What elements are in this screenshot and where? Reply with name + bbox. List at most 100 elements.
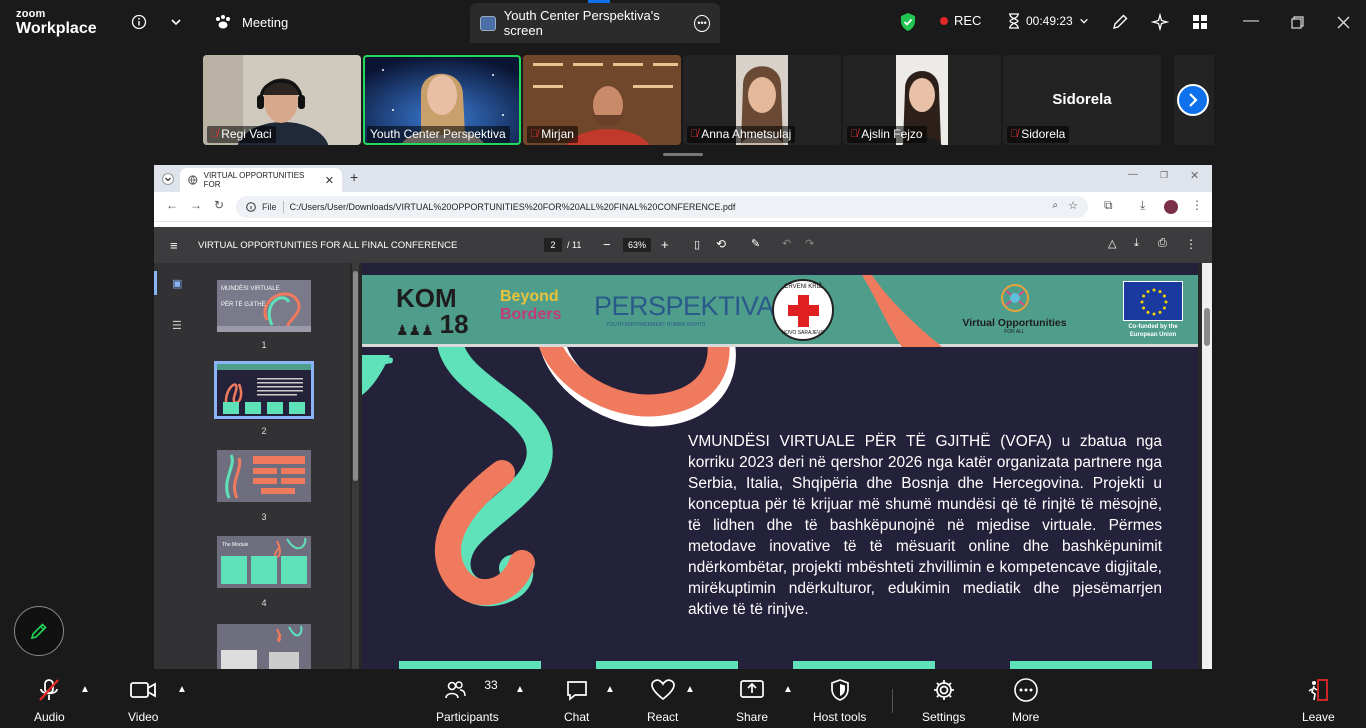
- annotation-pencil-button[interactable]: [14, 606, 64, 656]
- reload-icon[interactable]: ↻: [214, 198, 224, 212]
- participant-tile[interactable]: 🎙̸ Anna Ahmetsulaj: [683, 55, 841, 145]
- close-icon[interactable]: ✕: [1190, 169, 1199, 182]
- share-button[interactable]: Share: [736, 677, 768, 724]
- strip-next-page: [1174, 55, 1214, 145]
- meeting-tab[interactable]: Meeting: [214, 8, 288, 36]
- video-label: Video: [128, 710, 159, 724]
- settings-label: Settings: [922, 710, 966, 724]
- restore-icon[interactable]: [1285, 10, 1309, 34]
- react-button[interactable]: React: [647, 677, 678, 724]
- chat-options-caret-icon[interactable]: ▲: [605, 684, 615, 695]
- page-thumbnail-selected[interactable]: [214, 361, 314, 420]
- share-options-caret-icon[interactable]: ▲: [783, 684, 793, 695]
- menu-kebab-icon[interactable]: ⋮: [1191, 198, 1203, 212]
- leave-button[interactable]: Leave: [1302, 677, 1335, 724]
- undo-icon[interactable]: ↶: [782, 237, 791, 250]
- menu-kebab-icon[interactable]: ⋮: [1185, 237, 1197, 251]
- address-bar[interactable]: File C:/Users/User/Downloads/VIRTUAL%20O…: [236, 196, 1088, 218]
- thumbnail-sidebar: ▣ ☰ MUNDËSI VIRTUALE PËR TË GJITHË 1 2 3…: [154, 263, 350, 669]
- red-cross-top-text: CRVENI KRIŽ: [784, 284, 822, 290]
- audio-button[interactable]: Audio: [34, 677, 65, 724]
- vofa-title: Virtual Opportunities: [962, 317, 1067, 329]
- url-divider: [282, 201, 284, 213]
- new-tab-icon[interactable]: +: [350, 169, 358, 185]
- participant-tile[interactable]: 🎙̸ Regi Vaci: [203, 55, 361, 145]
- participant-strip: 🎙̸ Regi Vaci Youth Center Perspektiva 🎙̸…: [203, 55, 1161, 145]
- redo-icon[interactable]: ↷: [805, 237, 814, 250]
- annotate-icon[interactable]: ✎: [751, 237, 760, 250]
- annotate-pen-icon[interactable]: [1108, 10, 1132, 34]
- participants-button[interactable]: 33 Participants: [436, 677, 499, 724]
- zoom-in-icon[interactable]: +: [661, 237, 669, 252]
- audio-options-caret-icon[interactable]: ▲: [80, 684, 90, 695]
- scrollbar-thumb[interactable]: [1204, 308, 1210, 346]
- react-options-caret-icon[interactable]: ▲: [685, 684, 695, 695]
- settings-button[interactable]: Settings: [922, 677, 965, 724]
- zoom-out-icon[interactable]: −: [603, 237, 611, 252]
- ai-sparkle-icon[interactable]: [1148, 10, 1172, 34]
- chevron-down-icon[interactable]: [164, 10, 188, 34]
- forward-icon[interactable]: →: [190, 198, 202, 212]
- participant-tile-video-off[interactable]: Sidorela 🎙̸ Sidorela: [1003, 55, 1161, 145]
- drive-icon[interactable]: △: [1108, 237, 1116, 250]
- participant-tile[interactable]: 🎙̸ Ajslin Fejzo: [843, 55, 1001, 145]
- close-icon[interactable]: [1331, 10, 1355, 34]
- document-scrollbar[interactable]: [1202, 263, 1212, 669]
- thumbnail-image: MUNDËSI VIRTUALE PËR TË GJITHË: [217, 280, 311, 332]
- fit-page-icon[interactable]: ▯: [694, 238, 700, 251]
- page-thumbnail[interactable]: [217, 450, 311, 502]
- resize-handle[interactable]: [663, 153, 703, 156]
- audio-label: Audio: [34, 710, 65, 724]
- page-thumbnail[interactable]: [217, 624, 311, 669]
- globe-icon: [1000, 284, 1029, 312]
- profile-avatar[interactable]: [1164, 200, 1178, 214]
- participant-tile[interactable]: 🎙̸ Mirjan: [523, 55, 681, 145]
- host-tools-button[interactable]: Host tools: [813, 677, 866, 724]
- print-icon[interactable]: ⎙: [1158, 237, 1167, 250]
- meeting-timer[interactable]: 00:49:23: [1008, 13, 1089, 29]
- thumb-subtitle: PËR TË GJITHË: [221, 301, 266, 308]
- close-tab-icon[interactable]: ✕: [325, 174, 334, 187]
- extensions-icon[interactable]: ⧉: [1104, 198, 1113, 213]
- download-icon[interactable]: ⤓: [1140, 198, 1145, 213]
- thumbnails-icon[interactable]: ▣: [172, 277, 182, 290]
- more-button[interactable]: More: [1012, 677, 1039, 724]
- rotate-icon[interactable]: ⟲: [716, 237, 726, 251]
- page-thumbnail[interactable]: The Module: [217, 536, 311, 588]
- outline-icon[interactable]: ☰: [172, 319, 182, 332]
- chat-button[interactable]: Chat: [564, 677, 589, 724]
- scrollbar-thumb[interactable]: [353, 271, 358, 481]
- tab-search-icon[interactable]: [162, 172, 174, 190]
- restore-icon[interactable]: ❐: [1160, 170, 1168, 181]
- recording-indicator[interactable]: REC: [940, 13, 981, 28]
- hamburger-menu-icon[interactable]: ≡: [170, 238, 178, 253]
- video-button[interactable]: Video: [128, 677, 158, 724]
- chat-bubble-icon: [565, 677, 589, 703]
- mic-muted-icon: 🎙̸: [850, 128, 859, 140]
- zoom-level-input[interactable]: 63%: [623, 238, 651, 252]
- more-options-icon[interactable]: •••: [694, 14, 710, 32]
- chevron-right-icon[interactable]: [1177, 84, 1209, 116]
- zoom-search-icon[interactable]: ⌕: [1052, 200, 1058, 211]
- page-thumbnail[interactable]: MUNDËSI VIRTUALE PËR TË GJITHË: [217, 280, 311, 332]
- minimize-icon[interactable]: —: [1243, 12, 1259, 30]
- info-icon[interactable]: [127, 10, 151, 34]
- shield-check-icon[interactable]: [896, 10, 920, 34]
- bookmark-star-icon[interactable]: ☆: [1068, 199, 1078, 212]
- info-icon: [246, 202, 256, 212]
- download-icon[interactable]: ⤓: [1134, 237, 1139, 250]
- share-screen-tab[interactable]: Youth Center Perspektiva's screen •••: [470, 0, 720, 43]
- hourglass-icon: [1009, 13, 1019, 29]
- participant-name-tag: 🎙̸ Sidorela: [1007, 126, 1070, 143]
- eu-logo: Co-funded by the European Union: [1118, 281, 1188, 339]
- browser-tab[interactable]: VIRTUAL OPPORTUNITIES FOR ✕: [180, 168, 342, 192]
- thumbnail-scrollbar[interactable]: [352, 263, 359, 669]
- page-number-input[interactable]: 2: [544, 238, 562, 252]
- perspektiva-subtitle: YOUTH EMPOWERMENT HUMAN RIGHTS: [606, 322, 706, 328]
- minimize-icon[interactable]: —: [1128, 169, 1138, 180]
- back-icon[interactable]: ←: [166, 198, 178, 212]
- participants-options-caret-icon[interactable]: ▲: [515, 684, 525, 695]
- gallery-view-icon[interactable]: [1188, 10, 1212, 34]
- video-options-caret-icon[interactable]: ▲: [177, 684, 187, 695]
- participant-tile-active-speaker[interactable]: Youth Center Perspektiva: [363, 55, 521, 145]
